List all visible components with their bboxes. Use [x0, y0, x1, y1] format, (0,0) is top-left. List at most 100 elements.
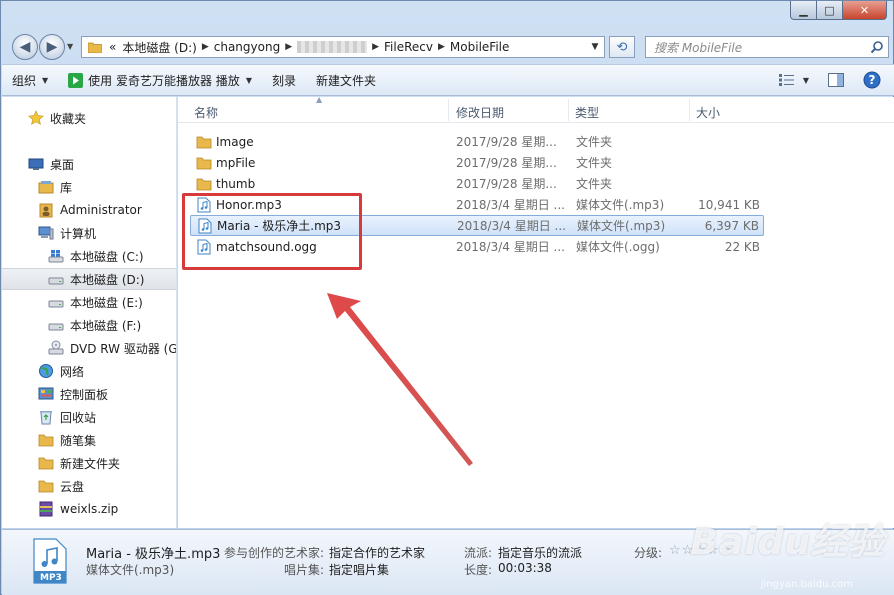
- nav-desktop[interactable]: 桌面: [2, 153, 176, 175]
- nav-drive-d-label: 本地磁盘 (D:): [70, 272, 145, 287]
- nav-notes-label: 随笔集: [60, 433, 97, 448]
- address-bar[interactable]: « 本地磁盘 (D:) ▶ changyong ▶ ▶ FileRecv ▶ M…: [81, 36, 605, 58]
- nav-zip-file[interactable]: weixls.zip: [2, 498, 176, 520]
- genre-value[interactable]: 指定音乐的流派: [498, 544, 582, 561]
- nav-recycle-bin[interactable]: 回收站: [2, 406, 176, 428]
- nav-new-folder-label: 新建文件夹: [60, 456, 121, 471]
- column-size[interactable]: 大小: [696, 104, 720, 121]
- file-date: 2017/9/28 星期...: [456, 156, 557, 170]
- file-size: 10,941 KB: [698, 197, 760, 212]
- nav-new-folder[interactable]: 新建文件夹: [2, 452, 176, 474]
- file-type: 文件夹: [576, 135, 613, 149]
- breadcrumb-separator-icon[interactable]: ▶: [283, 42, 294, 52]
- details-file-type: 媒体文件(.mp3): [86, 563, 175, 577]
- file-type: 媒体文件(.mp3): [577, 219, 666, 233]
- address-dropdown-icon[interactable]: ▼: [586, 42, 604, 52]
- refresh-button[interactable]: ⟲: [609, 36, 635, 58]
- minimize-button[interactable]: ▁: [790, 1, 817, 20]
- nav-favorites[interactable]: 收藏夹: [2, 107, 176, 129]
- column-headers: ▲ 名称 修改日期 类型 大小: [178, 97, 894, 123]
- back-arrow-icon: ◀: [19, 39, 31, 55]
- breadcrumb-mobilefile[interactable]: MobileFile: [447, 40, 512, 54]
- recent-pages-dropdown[interactable]: ▼: [67, 42, 73, 51]
- file-date: 2018/3/4 星期日 ...: [456, 198, 565, 212]
- computer-icon: [38, 226, 54, 240]
- control-panel-icon: [38, 387, 54, 400]
- nav-control-panel[interactable]: 控制面板: [2, 383, 176, 405]
- nav-drive-e-label: 本地磁盘 (E:): [70, 295, 143, 310]
- chevron-down-icon: ▼: [42, 75, 49, 85]
- view-options-button[interactable]: ▼: [774, 69, 814, 91]
- file-row[interactable]: Image 2017/9/28 星期... 文件夹: [190, 131, 764, 152]
- forward-button[interactable]: ▶: [39, 34, 65, 60]
- search-icon[interactable]: [870, 40, 884, 54]
- breadcrumb-drive-d[interactable]: 本地磁盘 (D:): [119, 39, 199, 56]
- system-drive-icon: [48, 250, 64, 263]
- column-date[interactable]: 修改日期: [456, 104, 504, 121]
- file-row[interactable]: thumb 2017/9/28 星期... 文件夹: [190, 173, 764, 194]
- close-button[interactable]: ✕: [843, 1, 887, 20]
- file-size: 22 KB: [724, 239, 760, 254]
- column-type[interactable]: 类型: [575, 104, 599, 121]
- breadcrumb-changyong[interactable]: changyong: [211, 40, 283, 54]
- nav-recycle-label: 回收站: [60, 410, 97, 425]
- artist-label: 参与创作的艺术家:: [224, 546, 325, 560]
- file-name: thumb: [216, 176, 256, 191]
- nav-cloud-label: 云盘: [60, 479, 85, 494]
- breadcrumb-prefix[interactable]: «: [106, 40, 119, 54]
- play-with-button[interactable]: 使用 爱奇艺万能播放器 播放 ▼: [58, 65, 262, 95]
- nav-drive-e[interactable]: 本地磁盘 (E:): [2, 291, 176, 313]
- breadcrumb-separator-icon[interactable]: ▶: [370, 42, 381, 52]
- sort-ascending-icon: ▲: [316, 97, 323, 104]
- drive-icon: [48, 277, 64, 285]
- breadcrumb-separator-icon[interactable]: ▶: [200, 42, 211, 52]
- nav-administrator[interactable]: Administrator: [2, 199, 176, 221]
- file-type: 媒体文件(.mp3): [576, 198, 665, 212]
- organize-button[interactable]: 组织 ▼: [2, 65, 58, 95]
- back-button[interactable]: ◀: [12, 34, 38, 60]
- nav-cloud-folder[interactable]: 云盘: [2, 475, 176, 497]
- column-name[interactable]: 名称: [194, 104, 218, 121]
- folder-icon: [196, 136, 212, 148]
- file-date: 2018/3/4 星期日 ...: [457, 219, 566, 233]
- recycle-bin-icon: [40, 411, 52, 425]
- file-row[interactable]: mpFile 2017/9/28 星期... 文件夹: [190, 152, 764, 173]
- details-file-name: Maria - 极乐净土.mp3: [86, 547, 221, 562]
- file-type: 文件夹: [576, 156, 613, 170]
- maximize-button[interactable]: □: [817, 1, 843, 20]
- file-date: 2017/9/28 星期...: [456, 135, 557, 149]
- svg-text:?: ?: [869, 73, 876, 87]
- folder-icon: [38, 480, 54, 493]
- nav-dvd-drive[interactable]: DVD RW 驱动器 (G: [2, 337, 176, 359]
- file-name: Image: [216, 134, 254, 149]
- nav-computer[interactable]: 计算机: [2, 222, 176, 244]
- burn-label: 刻录: [271, 73, 296, 88]
- breadcrumb-separator-icon[interactable]: ▶: [436, 42, 447, 52]
- burn-button[interactable]: 刻录: [262, 65, 306, 95]
- genre-label: 流派:: [464, 546, 493, 560]
- search-placeholder: 搜索 MobileFile: [654, 40, 743, 55]
- nav-administrator-label: Administrator: [60, 203, 142, 217]
- nav-library[interactable]: 库: [2, 176, 176, 198]
- nav-drive-d[interactable]: 本地磁盘 (D:): [2, 268, 176, 290]
- nav-notes-folder[interactable]: 随笔集: [2, 429, 176, 451]
- artist-value[interactable]: 指定合作的艺术家: [329, 544, 425, 561]
- help-button[interactable]: ?: [858, 69, 886, 91]
- nav-zip-label: weixls.zip: [60, 502, 119, 516]
- nav-dvd-label: DVD RW 驱动器 (G: [70, 341, 177, 356]
- chevron-down-icon: ▼: [245, 75, 252, 85]
- new-folder-button[interactable]: 新建文件夹: [306, 65, 386, 95]
- nav-drive-f[interactable]: 本地磁盘 (F:): [2, 314, 176, 336]
- column-divider[interactable]: [689, 99, 690, 121]
- column-divider[interactable]: [448, 99, 449, 121]
- nav-drive-c[interactable]: 本地磁盘 (C:): [2, 245, 176, 267]
- drive-icon: [48, 300, 64, 308]
- column-divider[interactable]: [568, 99, 569, 121]
- search-input[interactable]: 搜索 MobileFile: [645, 36, 889, 58]
- breadcrumb-filerecv[interactable]: FileRecv: [381, 40, 436, 54]
- new-folder-label: 新建文件夹: [315, 73, 376, 88]
- drive-icon: [48, 323, 64, 331]
- nav-network[interactable]: 网络: [2, 360, 176, 382]
- album-value[interactable]: 指定唱片集: [329, 561, 389, 578]
- preview-pane-button[interactable]: [822, 69, 850, 91]
